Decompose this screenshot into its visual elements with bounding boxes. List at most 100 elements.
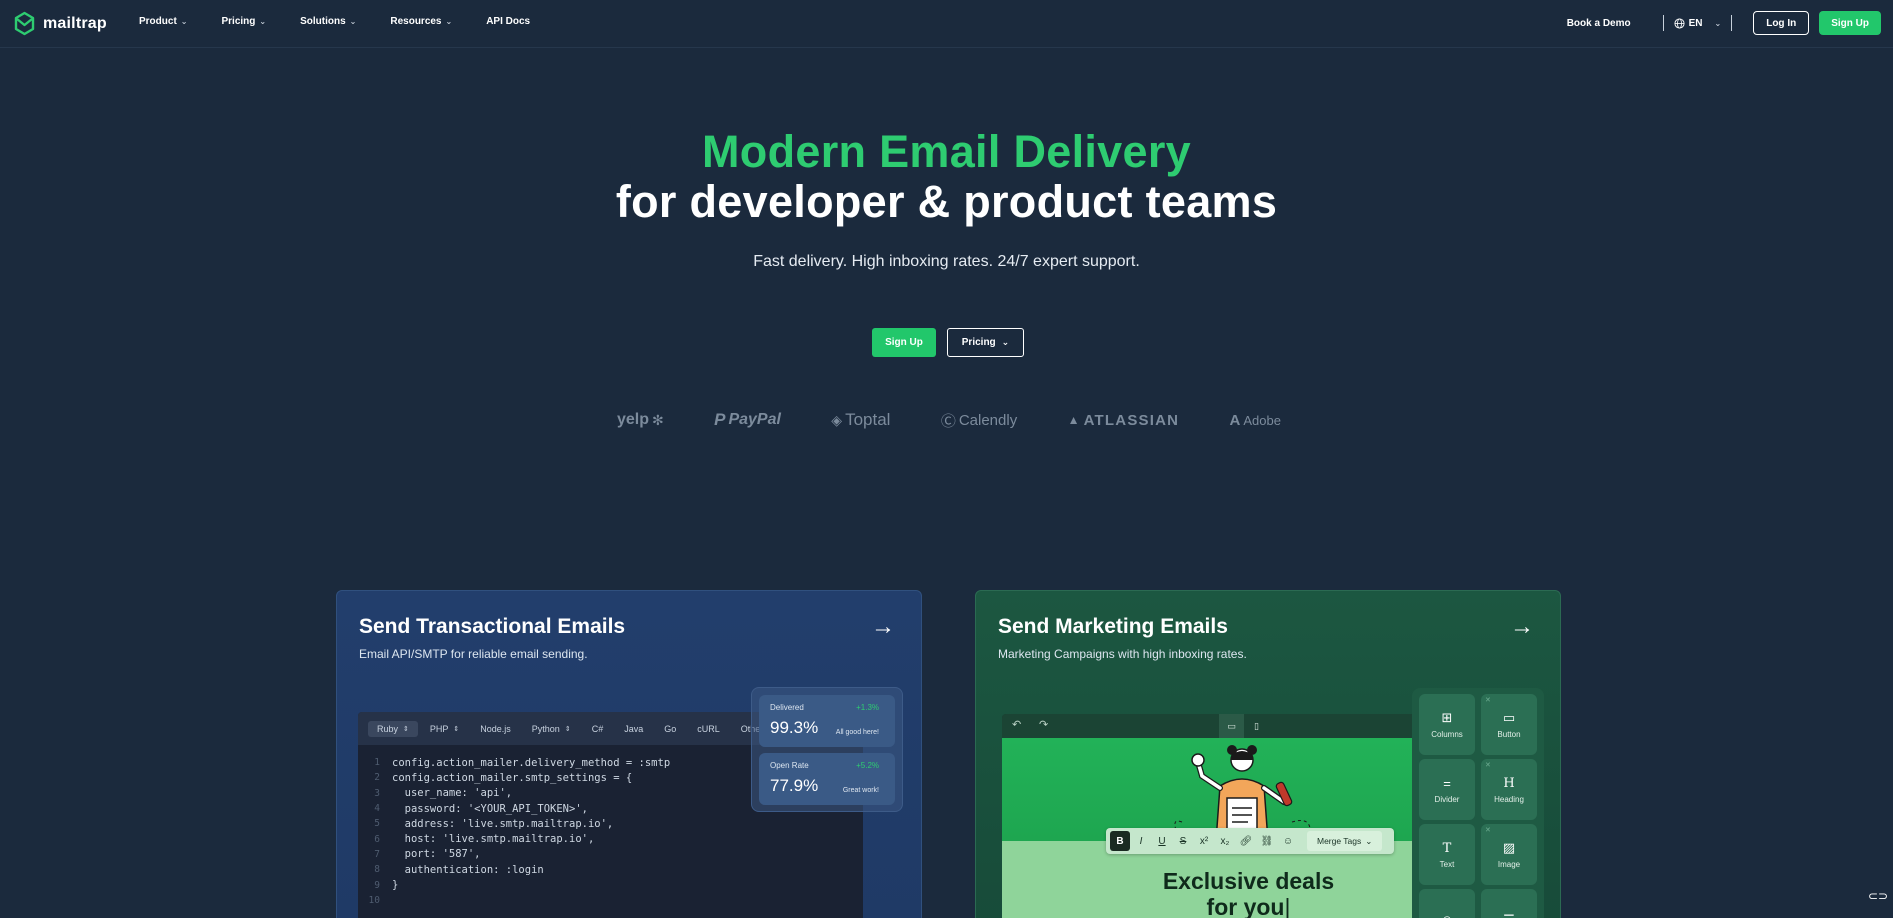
superscript-button[interactable]: x²	[1194, 831, 1214, 851]
stat-note: Great work!	[842, 787, 879, 794]
unlink-icon[interactable]: ⛓︎	[1257, 831, 1277, 851]
italic-button[interactable]: I	[1131, 831, 1151, 851]
line-number: 9	[374, 879, 380, 891]
divider-icon: =	[1443, 775, 1451, 791]
stat-open-rate: Open Rate 77.9% +5.2% Great work!	[759, 753, 895, 805]
line-number: 10	[368, 894, 380, 906]
tab-curl[interactable]: cURL	[688, 721, 729, 737]
marketing-card-subtitle: Marketing Campaigns with high inboxing r…	[998, 647, 1247, 661]
mobile-icon[interactable]: ▯	[1244, 714, 1269, 738]
nav-divider	[1731, 15, 1733, 31]
toptal-logo: ◈ Toptal	[831, 410, 890, 430]
adobe-logo: A Adobe	[1230, 412, 1281, 429]
atlassian-logo: ▲ ATLASSIAN	[1068, 412, 1180, 429]
yelp-burst-icon: ✻	[652, 411, 664, 428]
emoji-icon[interactable]: ☺	[1278, 831, 1298, 851]
hero-signup-button[interactable]: Sign Up	[872, 328, 936, 357]
code-line: 10	[358, 893, 863, 908]
block-columns[interactable]: ⊞ Columns	[1419, 694, 1475, 755]
content-blocks-panel: ⊞ Columns ✕ ▭ Button = Divider ✕ H Headi…	[1412, 688, 1544, 918]
tab-label: C#	[591, 723, 604, 734]
nav-item-pricing[interactable]: Pricing ⌄	[221, 16, 266, 27]
code-text: config.action_mailer.smtp_settings = {	[392, 771, 633, 784]
sort-icon: ⇕	[564, 725, 571, 733]
tab-go[interactable]: Go	[655, 721, 685, 737]
chevron-down-icon: ⌄	[259, 16, 267, 26]
email-editor-preview: ↶ ↷ ▭ ▯ Exclusive deals for you| B I U S…	[1002, 714, 1417, 918]
adobe-logo-text: Adobe	[1243, 412, 1281, 428]
globe-icon	[1674, 17, 1685, 29]
hero-pricing-button[interactable]: Pricing ⌄	[947, 328, 1024, 357]
code-line: 6 host: 'live.smtp.mailtrap.io',	[358, 831, 863, 846]
tab-java[interactable]: Java	[615, 721, 652, 737]
nav-item-label: Resources	[390, 15, 442, 27]
mailtrap-logo[interactable]: mailtrap	[12, 11, 107, 36]
code-text: user_name: 'api',	[392, 787, 513, 800]
line-number: 8	[374, 864, 380, 876]
nav-item-resources[interactable]: Resources ⌄	[390, 16, 452, 27]
merge-tags-label: Merge Tags	[1317, 836, 1362, 846]
undo-icon[interactable]: ↶	[1012, 718, 1021, 731]
book-demo-link[interactable]: Book a Demo	[1567, 18, 1631, 29]
bold-button[interactable]: B	[1110, 831, 1130, 851]
paypal-logo-text: PayPal	[728, 411, 781, 428]
nav-item-label: Product	[139, 15, 177, 27]
block-text[interactable]: T Text	[1419, 824, 1475, 885]
stat-value: 99.3%	[770, 718, 819, 737]
tab-nodejs[interactable]: Node.js	[471, 721, 520, 737]
login-button[interactable]: Log In	[1753, 11, 1810, 35]
text-icon: T	[1442, 840, 1452, 856]
desktop-icon[interactable]: ▭	[1219, 714, 1244, 738]
block-heading[interactable]: ✕ H Heading	[1481, 759, 1537, 820]
nav-item-label: Pricing	[221, 15, 256, 27]
code-text: port: '587',	[392, 848, 481, 861]
block-label: Button	[1497, 730, 1521, 739]
merge-tags-dropdown[interactable]: Merge Tags ⌄	[1307, 831, 1383, 851]
tab-csharp[interactable]: C#	[583, 721, 613, 737]
arrow-right-icon[interactable]: →	[1510, 613, 1534, 641]
block-image[interactable]: ✕ ▨ Image	[1481, 824, 1537, 885]
headline-line1: Exclusive deals	[1162, 868, 1335, 894]
subscript-button[interactable]: x₂	[1215, 831, 1235, 851]
nav-item-product[interactable]: Product ⌄	[139, 16, 187, 27]
text-cursor: |	[1284, 894, 1291, 918]
toptal-logo-text: Toptal	[845, 410, 891, 429]
customer-logos: yelp ✻ P PayPal ◈ Toptal Ⓒ Calendly ▲ AT…	[617, 409, 1281, 431]
code-text: }	[392, 879, 399, 892]
redo-icon[interactable]: ↷	[1039, 718, 1048, 731]
tab-ruby[interactable]: Ruby ⇕	[368, 720, 418, 737]
stat-delivered: Delivered 99.3% +1.3% All good here!	[759, 695, 895, 747]
headline-line2: for you|	[1002, 894, 1417, 918]
nav-item-api-docs[interactable]: API Docs	[486, 16, 530, 27]
block-social[interactable]: ☺	[1419, 889, 1475, 918]
nav-signup-button[interactable]: Sign Up	[1819, 11, 1881, 35]
tab-label: Java	[624, 723, 644, 734]
person-illustration	[1174, 745, 1311, 841]
code-text: authentication: :login	[392, 863, 544, 876]
marketing-card[interactable]: Send Marketing Emails Marketing Campaign…	[975, 590, 1561, 918]
list-icon: ☰	[1503, 912, 1515, 918]
stat-note: All good here!	[835, 729, 879, 736]
block-list[interactable]: ☰	[1481, 889, 1537, 918]
image-icon: ▨	[1502, 840, 1516, 855]
nav-item-solutions[interactable]: Solutions ⌄	[300, 16, 356, 27]
code-text: host: 'live.smtp.mailtrap.io',	[392, 833, 595, 846]
nav-item-label: API Docs	[486, 15, 531, 27]
email-headline[interactable]: Exclusive deals for you|	[1002, 868, 1417, 918]
tab-python[interactable]: Python ⇕	[523, 721, 580, 737]
cookie-settings-icon[interactable]: ⊂⊃	[1868, 889, 1888, 903]
calendly-c-icon: Ⓒ	[940, 412, 956, 430]
block-divider[interactable]: = Divider	[1419, 759, 1475, 820]
stat-delta: +5.2%	[856, 761, 879, 770]
sort-icon: ⇕	[403, 725, 409, 733]
transactional-card[interactable]: Send Transactional Emails Email API/SMTP…	[336, 590, 922, 918]
block-button[interactable]: ✕ ▭ Button	[1481, 694, 1537, 755]
strikethrough-button[interactable]: S	[1173, 831, 1193, 851]
tab-php[interactable]: PHP ⇕	[421, 721, 468, 737]
link-icon[interactable]: 🔗︎	[1236, 831, 1256, 851]
underline-button[interactable]: U	[1152, 831, 1172, 851]
language-selector[interactable]: EN ⌄	[1674, 17, 1721, 29]
code-line: 8 authentication: :login	[358, 862, 863, 877]
code-text: address: 'live.smtp.mailtrap.io',	[392, 817, 614, 830]
arrow-right-icon[interactable]: →	[871, 613, 895, 641]
